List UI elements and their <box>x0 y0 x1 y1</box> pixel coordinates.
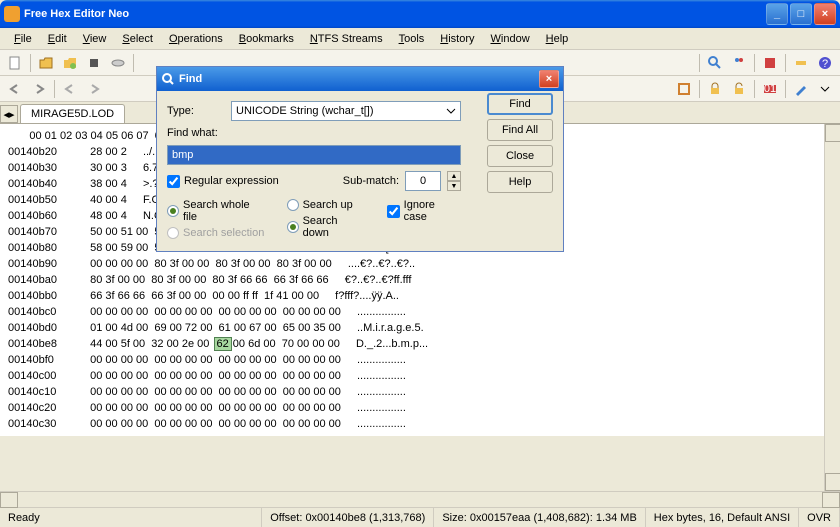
puzzle-icon[interactable] <box>759 52 781 74</box>
search-up-radio[interactable]: Search up <box>287 199 367 211</box>
close-button[interactable]: × <box>814 3 836 25</box>
findwhat-label: Find what: <box>167 127 225 139</box>
status-ready: Ready <box>0 508 262 527</box>
redo2-icon[interactable] <box>83 78 105 100</box>
find-icon[interactable] <box>704 52 726 74</box>
hex-row[interactable]: 00140bb0 66 3f 66 66 66 3f 00 00 00 00 f… <box>8 288 832 304</box>
menu-edit[interactable]: Edit <box>42 31 73 47</box>
users-icon[interactable] <box>728 52 750 74</box>
regex-checkbox[interactable]: Regular expression <box>167 175 279 188</box>
type-select[interactable]: UNICODE String (wchar_t[]) <box>231 101 461 121</box>
submatch-up[interactable]: ▲ <box>447 171 461 181</box>
hex-row[interactable]: 00140c10 00 00 00 00 00 00 00 00 00 00 0… <box>8 384 832 400</box>
help-dlg-button[interactable]: Help <box>487 171 553 193</box>
open-icon[interactable] <box>35 52 57 74</box>
submatch-label: Sub-match: <box>343 175 399 187</box>
app-title: Free Hex Editor Neo <box>24 8 766 20</box>
menu-operations[interactable]: Operations <box>163 31 229 47</box>
search-whole-radio[interactable]: Search whole file <box>167 199 267 223</box>
crop-icon[interactable] <box>673 78 695 100</box>
find-dialog-icon <box>161 72 175 86</box>
chip-icon[interactable] <box>83 52 105 74</box>
unlock-icon[interactable] <box>728 78 750 100</box>
hex-row[interactable]: 00140bf0 00 00 00 00 00 00 00 00 00 00 0… <box>8 352 832 368</box>
menubar: File Edit View Select Operations Bookmar… <box>0 28 840 50</box>
menu-ntfs[interactable]: NTFS Streams <box>304 31 389 47</box>
find-dialog-title: Find <box>179 73 539 85</box>
status-size: Size: 0x00157eaa (1,408,682): 1.34 MB <box>434 508 645 527</box>
type-label: Type: <box>167 105 225 117</box>
find-dialog: Find × Type: UNICODE String (wchar_t[]) … <box>156 66 564 252</box>
menu-help[interactable]: Help <box>540 31 575 47</box>
hex-row[interactable]: 00140b90 00 00 00 00 80 3f 00 00 80 3f 0… <box>8 256 832 272</box>
submatch-input[interactable] <box>405 171 441 191</box>
hex-row[interactable]: 00140be8 44 00 5f 00 32 00 2e 00 62 00 6… <box>8 336 832 352</box>
undo2-icon[interactable] <box>59 78 81 100</box>
submatch-down[interactable]: ▼ <box>447 181 461 191</box>
hex-row[interactable]: 00140bd0 01 00 4d 00 69 00 72 00 61 00 6… <box>8 320 832 336</box>
settings-icon[interactable] <box>790 52 812 74</box>
statusbar: Ready Offset: 0x00140be8 (1,313,768) Siz… <box>0 507 840 527</box>
menu-file[interactable]: File <box>8 31 38 47</box>
find-close-button[interactable]: × <box>539 70 559 88</box>
findall-button[interactable]: Find All <box>487 119 553 141</box>
open-gear-icon[interactable] <box>59 52 81 74</box>
pencil-icon[interactable] <box>790 78 812 100</box>
undo-icon[interactable] <box>4 78 26 100</box>
hex-row[interactable]: 00140c20 00 00 00 00 00 00 00 00 00 00 0… <box>8 400 832 416</box>
find-dialog-titlebar[interactable]: Find × <box>157 67 563 91</box>
hex-row[interactable]: 00140c00 00 00 00 00 00 00 00 00 00 00 0… <box>8 368 832 384</box>
tab-nav-button[interactable]: ◂▸ <box>0 105 18 123</box>
lock-icon[interactable] <box>704 78 726 100</box>
new-icon[interactable] <box>4 52 26 74</box>
status-encoding: Hex bytes, 16, Default ANSI <box>646 508 799 527</box>
horizontal-scrollbar[interactable] <box>0 491 840 507</box>
menu-select[interactable]: Select <box>116 31 159 47</box>
app-icon <box>4 6 20 22</box>
menu-bookmarks[interactable]: Bookmarks <box>233 31 300 47</box>
svg-text:01: 01 <box>764 83 776 95</box>
findwhat-input[interactable] <box>167 145 461 165</box>
hex-row[interactable]: 00140c30 00 00 00 00 00 00 00 00 00 00 0… <box>8 416 832 432</box>
hex-row[interactable]: 00140ba0 80 3f 00 00 80 3f 00 00 80 3f 6… <box>8 272 832 288</box>
chevron-down-icon[interactable] <box>814 78 836 100</box>
status-mode: OVR <box>799 508 840 527</box>
drive-icon[interactable] <box>107 52 129 74</box>
hex-row[interactable]: 00140bc0 00 00 00 00 00 00 00 00 00 00 0… <box>8 304 832 320</box>
tab-file[interactable]: MIRAGE5D.LOD <box>20 104 125 123</box>
help-icon[interactable]: ? <box>814 52 836 74</box>
minimize-button[interactable]: _ <box>766 3 788 25</box>
ignorecase-checkbox[interactable]: Ignore case <box>387 199 461 223</box>
menu-view[interactable]: View <box>77 31 113 47</box>
titlebar: Free Hex Editor Neo _ □ × <box>0 0 840 28</box>
status-offset: Offset: 0x00140be8 (1,313,768) <box>262 508 434 527</box>
counter-icon[interactable]: 01 <box>759 78 781 100</box>
search-selection-radio: Search selection <box>167 227 267 239</box>
menu-tools[interactable]: Tools <box>393 31 431 47</box>
menu-window[interactable]: Window <box>485 31 536 47</box>
maximize-button[interactable]: □ <box>790 3 812 25</box>
find-button[interactable]: Find <box>487 93 553 115</box>
redo-icon[interactable] <box>28 78 50 100</box>
svg-text:?: ? <box>822 58 828 70</box>
search-down-radio[interactable]: Search down <box>287 215 367 239</box>
vertical-scrollbar[interactable] <box>824 124 840 491</box>
menu-history[interactable]: History <box>434 31 480 47</box>
close-dlg-button[interactable]: Close <box>487 145 553 167</box>
